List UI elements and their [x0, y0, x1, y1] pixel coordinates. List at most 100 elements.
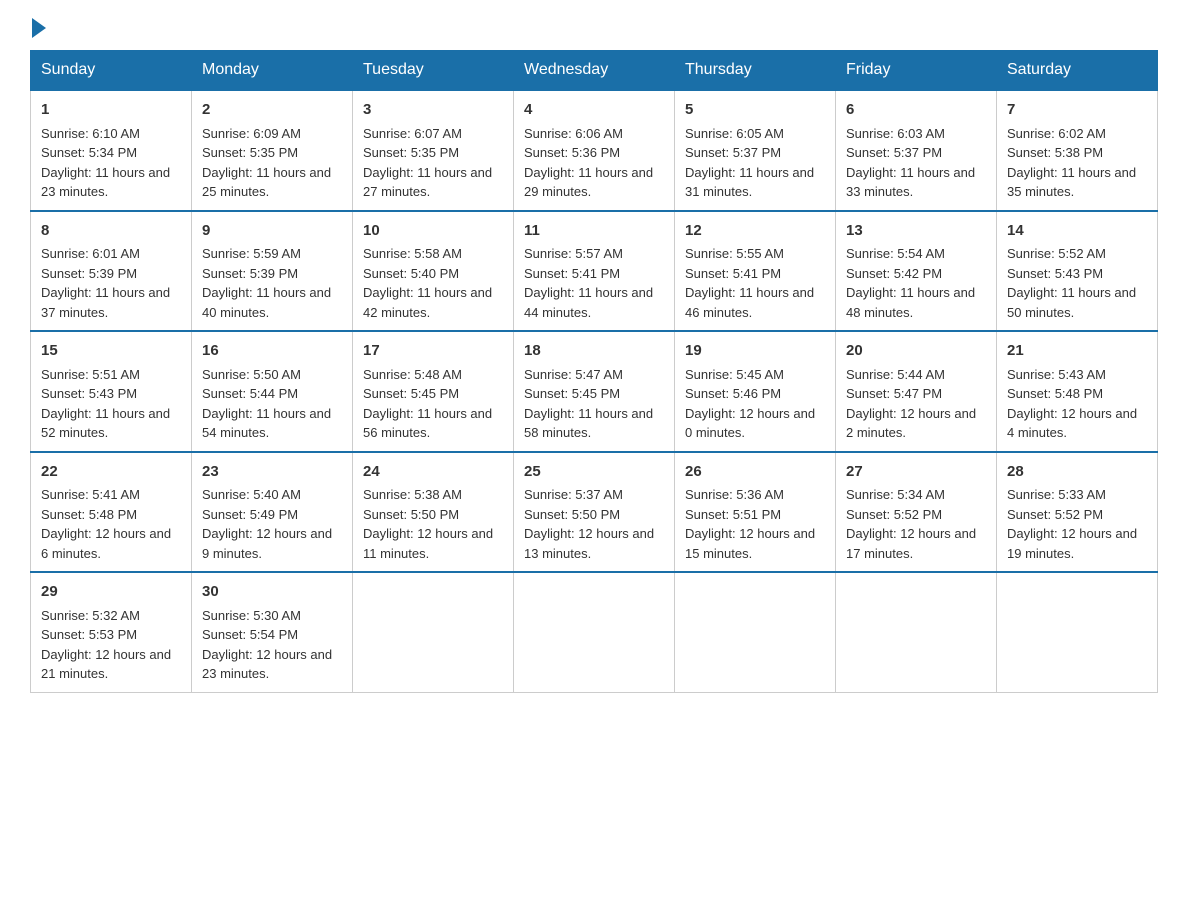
calendar-cell: 4 Sunrise: 6:06 AMSunset: 5:36 PMDaylight… [514, 90, 675, 211]
calendar-cell: 24 Sunrise: 5:38 AMSunset: 5:50 PMDayligh… [353, 452, 514, 573]
calendar-header-tuesday: Tuesday [353, 51, 514, 91]
day-number: 18 [524, 340, 664, 363]
calendar-cell: 26 Sunrise: 5:36 AMSunset: 5:51 PMDayligh… [675, 452, 836, 573]
day-info: Sunrise: 6:06 AMSunset: 5:36 PMDaylight:… [524, 126, 653, 200]
calendar-header-saturday: Saturday [997, 51, 1158, 91]
day-info: Sunrise: 6:01 AMSunset: 5:39 PMDaylight:… [41, 246, 170, 320]
calendar-cell: 14 Sunrise: 5:52 AMSunset: 5:43 PMDayligh… [997, 211, 1158, 332]
calendar-cell: 2 Sunrise: 6:09 AMSunset: 5:35 PMDaylight… [192, 90, 353, 211]
calendar-header-wednesday: Wednesday [514, 51, 675, 91]
calendar-cell: 17 Sunrise: 5:48 AMSunset: 5:45 PMDayligh… [353, 331, 514, 452]
calendar-cell: 10Sunrise: 5:58 AMSunset: 5:40 PMDayligh… [353, 211, 514, 332]
day-info: Sunrise: 5:41 AMSunset: 5:48 PMDaylight:… [41, 487, 171, 561]
day-info: Sunrise: 5:50 AMSunset: 5:44 PMDaylight:… [202, 367, 331, 441]
day-info: Sunrise: 5:30 AMSunset: 5:54 PMDaylight:… [202, 608, 332, 682]
day-number: 24 [363, 461, 503, 484]
calendar-cell [836, 572, 997, 692]
calendar-header-sunday: Sunday [31, 51, 192, 91]
day-info: Sunrise: 6:09 AMSunset: 5:35 PMDaylight:… [202, 126, 331, 200]
day-info: Sunrise: 5:57 AMSunset: 5:41 PMDaylight:… [524, 246, 653, 320]
calendar-cell [675, 572, 836, 692]
day-info: Sunrise: 5:45 AMSunset: 5:46 PMDaylight:… [685, 367, 815, 441]
calendar-cell: 21 Sunrise: 5:43 AMSunset: 5:48 PMDayligh… [997, 331, 1158, 452]
day-info: Sunrise: 6:02 AMSunset: 5:38 PMDaylight:… [1007, 126, 1136, 200]
day-info: Sunrise: 5:47 AMSunset: 5:45 PMDaylight:… [524, 367, 653, 441]
day-info: Sunrise: 5:51 AMSunset: 5:43 PMDaylight:… [41, 367, 170, 441]
calendar-week-row-4: 22 Sunrise: 5:41 AMSunset: 5:48 PMDayligh… [31, 452, 1158, 573]
day-number: 20 [846, 340, 986, 363]
calendar-cell: 29 Sunrise: 5:32 AMSunset: 5:53 PMDayligh… [31, 572, 192, 692]
day-number: 22 [41, 461, 181, 484]
calendar-cell: 7 Sunrise: 6:02 AMSunset: 5:38 PMDaylight… [997, 90, 1158, 211]
logo-triangle-icon [32, 18, 46, 38]
day-number: 17 [363, 340, 503, 363]
calendar-cell [997, 572, 1158, 692]
calendar-header-monday: Monday [192, 51, 353, 91]
calendar-header-friday: Friday [836, 51, 997, 91]
day-number: 15 [41, 340, 181, 363]
calendar-cell: 20 Sunrise: 5:44 AMSunset: 5:47 PMDayligh… [836, 331, 997, 452]
day-number: 13 [846, 220, 986, 243]
day-number: 2 [202, 99, 342, 122]
day-number: 4 [524, 99, 664, 122]
day-info: Sunrise: 5:44 AMSunset: 5:47 PMDaylight:… [846, 367, 976, 441]
logo [30, 20, 46, 34]
day-number: 25 [524, 461, 664, 484]
calendar-cell: 22 Sunrise: 5:41 AMSunset: 5:48 PMDayligh… [31, 452, 192, 573]
day-info: Sunrise: 6:03 AMSunset: 5:37 PMDaylight:… [846, 126, 975, 200]
day-info: Sunrise: 5:54 AMSunset: 5:42 PMDaylight:… [846, 246, 975, 320]
calendar-cell: 23Sunrise: 5:40 AMSunset: 5:49 PMDayligh… [192, 452, 353, 573]
calendar-cell: 30 Sunrise: 5:30 AMSunset: 5:54 PMDayligh… [192, 572, 353, 692]
day-number: 28 [1007, 461, 1147, 484]
day-number: 19 [685, 340, 825, 363]
calendar-cell: 13 Sunrise: 5:54 AMSunset: 5:42 PMDayligh… [836, 211, 997, 332]
day-info: Sunrise: 5:59 AMSunset: 5:39 PMDaylight:… [202, 246, 331, 320]
calendar-cell: 15 Sunrise: 5:51 AMSunset: 5:43 PMDayligh… [31, 331, 192, 452]
calendar-header-row: SundayMondayTuesdayWednesdayThursdayFrid… [31, 51, 1158, 91]
day-info: Sunrise: 6:10 AMSunset: 5:34 PMDaylight:… [41, 126, 170, 200]
day-number: 8 [41, 220, 181, 243]
calendar-cell: 28 Sunrise: 5:33 AMSunset: 5:52 PMDayligh… [997, 452, 1158, 573]
calendar-week-row-3: 15 Sunrise: 5:51 AMSunset: 5:43 PMDayligh… [31, 331, 1158, 452]
day-info: Sunrise: 5:37 AMSunset: 5:50 PMDaylight:… [524, 487, 654, 561]
day-number: 1 [41, 99, 181, 122]
page-header [30, 20, 1158, 34]
day-number: 23 [202, 461, 342, 484]
day-info: Sunrise: 5:55 AMSunset: 5:41 PMDaylight:… [685, 246, 814, 320]
day-number: 3 [363, 99, 503, 122]
day-number: 27 [846, 461, 986, 484]
calendar-week-row-5: 29 Sunrise: 5:32 AMSunset: 5:53 PMDayligh… [31, 572, 1158, 692]
calendar-cell: 1 Sunrise: 6:10 AMSunset: 5:34 PMDaylight… [31, 90, 192, 211]
calendar-cell: 8 Sunrise: 6:01 AMSunset: 5:39 PMDaylight… [31, 211, 192, 332]
day-number: 16 [202, 340, 342, 363]
calendar-cell [514, 572, 675, 692]
day-info: Sunrise: 5:52 AMSunset: 5:43 PMDaylight:… [1007, 246, 1136, 320]
day-number: 29 [41, 581, 181, 604]
day-number: 14 [1007, 220, 1147, 243]
day-info: Sunrise: 5:36 AMSunset: 5:51 PMDaylight:… [685, 487, 815, 561]
calendar-cell: 27Sunrise: 5:34 AMSunset: 5:52 PMDayligh… [836, 452, 997, 573]
day-info: Sunrise: 5:48 AMSunset: 5:45 PMDaylight:… [363, 367, 492, 441]
day-number: 30 [202, 581, 342, 604]
day-number: 10 [363, 220, 503, 243]
calendar-cell: 25 Sunrise: 5:37 AMSunset: 5:50 PMDayligh… [514, 452, 675, 573]
calendar-cell: 11Sunrise: 5:57 AMSunset: 5:41 PMDayligh… [514, 211, 675, 332]
calendar-cell: 16 Sunrise: 5:50 AMSunset: 5:44 PMDayligh… [192, 331, 353, 452]
calendar-week-row-1: 1 Sunrise: 6:10 AMSunset: 5:34 PMDaylight… [31, 90, 1158, 211]
day-number: 26 [685, 461, 825, 484]
day-info: Sunrise: 6:05 AMSunset: 5:37 PMDaylight:… [685, 126, 814, 200]
day-number: 9 [202, 220, 342, 243]
calendar-cell [353, 572, 514, 692]
calendar-table: SundayMondayTuesdayWednesdayThursdayFrid… [30, 50, 1158, 693]
day-number: 7 [1007, 99, 1147, 122]
day-info: Sunrise: 5:43 AMSunset: 5:48 PMDaylight:… [1007, 367, 1137, 441]
calendar-cell: 5Sunrise: 6:05 AMSunset: 5:37 PMDaylight… [675, 90, 836, 211]
day-info: Sunrise: 5:32 AMSunset: 5:53 PMDaylight:… [41, 608, 171, 682]
day-info: Sunrise: 5:38 AMSunset: 5:50 PMDaylight:… [363, 487, 493, 561]
calendar-week-row-2: 8 Sunrise: 6:01 AMSunset: 5:39 PMDaylight… [31, 211, 1158, 332]
day-info: Sunrise: 5:33 AMSunset: 5:52 PMDaylight:… [1007, 487, 1137, 561]
calendar-cell: 9 Sunrise: 5:59 AMSunset: 5:39 PMDaylight… [192, 211, 353, 332]
day-number: 21 [1007, 340, 1147, 363]
calendar-cell: 6Sunrise: 6:03 AMSunset: 5:37 PMDaylight… [836, 90, 997, 211]
day-info: Sunrise: 6:07 AMSunset: 5:35 PMDaylight:… [363, 126, 492, 200]
